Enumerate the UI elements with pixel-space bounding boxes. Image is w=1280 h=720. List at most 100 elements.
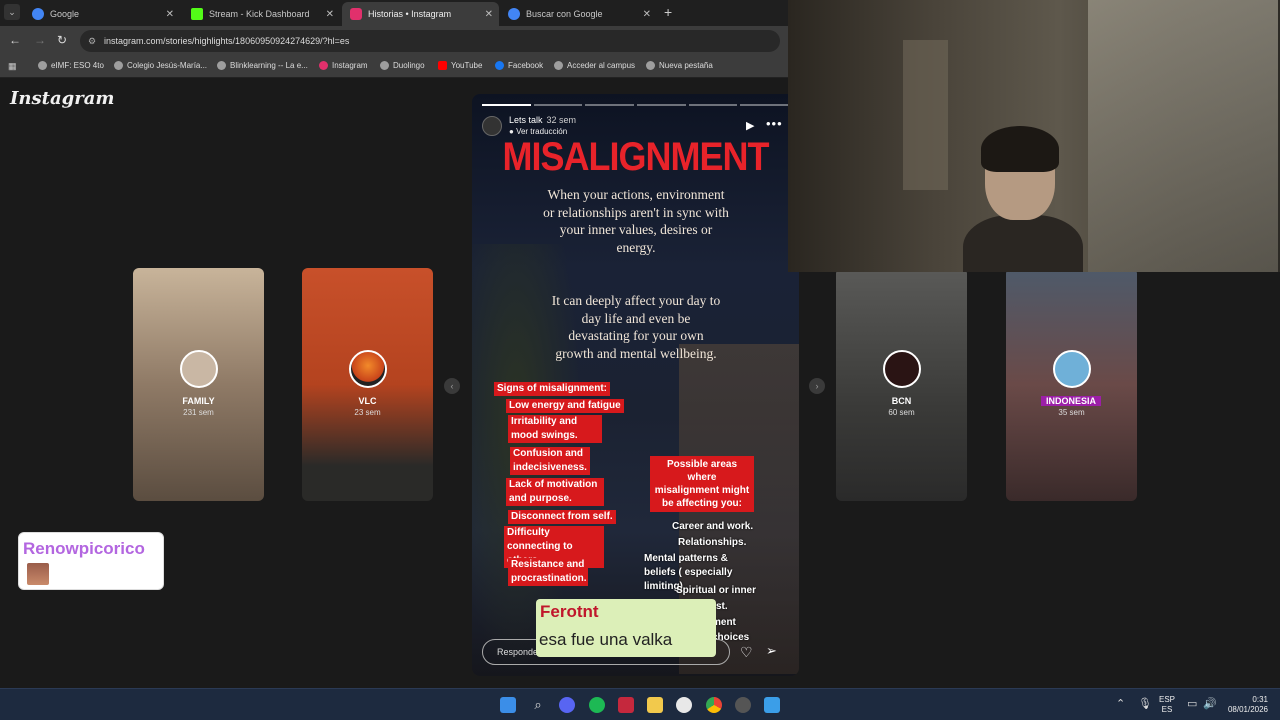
sign-item: Low energy and fatigue <box>506 399 624 413</box>
sign-item: Lack of motivation and purpose. <box>506 478 604 506</box>
emote-icon <box>27 563 49 585</box>
progress-segment <box>688 104 738 106</box>
highlight-indonesia[interactable]: INDONESIA 35 sem <box>1006 268 1137 501</box>
progress-segment <box>740 104 790 106</box>
bookmark-item[interactable]: Duolingo <box>380 61 425 70</box>
close-icon[interactable]: ✕ <box>485 9 493 20</box>
tab-google[interactable]: Google ✕ <box>24 2 180 26</box>
spotify-icon[interactable] <box>589 697 605 713</box>
highlight-time: 23 sem <box>354 408 381 417</box>
store-icon[interactable] <box>764 697 780 713</box>
discord-icon[interactable] <box>559 697 575 713</box>
app-icon[interactable] <box>618 697 634 713</box>
apps-grid-icon[interactable]: ▦ <box>8 61 18 71</box>
folder-icon[interactable] <box>647 697 663 713</box>
search-icon[interactable]: ⌕ <box>530 697 546 713</box>
sign-item: Irritability and mood swings. <box>508 415 602 443</box>
bookmark-label: YouTube <box>451 61 483 70</box>
instagram-logo[interactable]: Instagram <box>10 88 114 109</box>
globe-icon <box>554 61 563 70</box>
send-icon[interactable]: ➢ <box>766 643 777 659</box>
progress-segment <box>637 104 686 106</box>
bookmark-label: Facebook <box>508 61 544 70</box>
tab-label: Buscar con Google <box>526 9 603 19</box>
streamer-hair <box>981 126 1059 172</box>
next-story-chevron-icon[interactable]: › <box>809 378 825 394</box>
highlight-time: 231 sem <box>183 408 214 417</box>
sign-item: Resistance and procrastination. <box>508 558 588 586</box>
previous-story-chevron-icon[interactable]: ‹ <box>444 378 460 394</box>
progress-segment <box>533 104 583 106</box>
chevron-up-icon[interactable]: ⌃ <box>1116 697 1125 710</box>
reload-icon[interactable]: ↻ <box>57 33 67 47</box>
back-arrow-icon[interactable]: ← <box>9 33 21 47</box>
bookmark-item[interactable]: eIMF: ESO 4to <box>38 61 104 70</box>
microphone-icon[interactable]: 🎙 <box>1138 697 1152 710</box>
language-indicator[interactable]: ESP ES <box>1159 695 1175 715</box>
chrome-icon[interactable] <box>706 697 722 713</box>
story-paragraph-1: When your actions, environment or relati… <box>543 187 729 255</box>
obs-icon[interactable] <box>676 697 692 713</box>
facebook-icon <box>495 61 504 70</box>
bookmark-item[interactable]: Facebook <box>495 61 543 70</box>
bookmark-label: Nueva pestaña <box>659 61 713 70</box>
highlight-name: BCN <box>891 396 912 406</box>
highlight-name: FAMILY <box>182 396 215 406</box>
bookmark-label: Duolingo <box>393 61 425 70</box>
more-options-icon[interactable]: ••• <box>766 116 783 131</box>
area-item: Career and work. <box>672 521 754 532</box>
highlight-family[interactable]: FAMILY 231 sem <box>133 268 264 501</box>
monitor-icon[interactable]: ▭ <box>1187 697 1197 710</box>
bookmark-item[interactable]: YouTube <box>438 61 482 70</box>
app-icon[interactable] <box>735 697 751 713</box>
tab-kick[interactable]: Stream - Kick Dashboard ✕ <box>183 2 340 26</box>
highlight-name: VLC <box>358 396 377 406</box>
close-icon[interactable]: ✕ <box>326 9 334 20</box>
tab-search-chevron-icon[interactable]: ⌄ <box>4 4 20 20</box>
chat-username: Ferotnt <box>540 602 599 621</box>
globe-icon <box>217 61 226 70</box>
tab-instagram[interactable]: Historias • Instagram ✕ <box>342 2 499 26</box>
areas-title: Possible areas where misalignment might … <box>650 456 754 512</box>
browser-tab-bar: ⌄ Google ✕ Stream - Kick Dashboard ✕ His… <box>0 0 790 26</box>
progress-segment <box>585 104 635 106</box>
story-author[interactable]: Lets talk 32 sem <box>509 115 576 125</box>
tab-buscar[interactable]: Buscar con Google ✕ <box>500 2 657 26</box>
globe-icon <box>38 61 47 70</box>
highlight-vlc[interactable]: VLC 23 sem <box>302 268 433 501</box>
avatar <box>882 350 921 388</box>
chat-message-1: Renowpicorico <box>18 532 164 590</box>
webcam-background-doorframe <box>903 40 948 190</box>
youtube-icon <box>438 61 447 70</box>
clock[interactable]: 0:31 08/01/2026 <box>1222 695 1268 715</box>
bookmark-item[interactable]: Blinklearning -- La e... <box>217 61 308 70</box>
bookmark-label: Colegio Jesús-María... <box>127 61 208 70</box>
close-icon[interactable]: ✕ <box>166 9 174 20</box>
play-icon[interactable]: ▶ <box>746 119 754 132</box>
bookmark-item[interactable]: Instagram <box>319 61 368 70</box>
bookmark-item[interactable]: Nueva pestaña <box>646 61 713 70</box>
site-info-icon[interactable]: ⚙ <box>88 30 96 52</box>
start-icon[interactable] <box>500 697 516 713</box>
story-username: Lets talk <box>509 115 543 125</box>
bookmark-item[interactable]: Acceder al campus <box>554 61 635 70</box>
volume-icon[interactable]: 🔊 <box>1203 697 1217 710</box>
bookmark-label: Blinklearning -- La e... <box>230 61 308 70</box>
tab-label: Stream - Kick Dashboard <box>209 9 310 19</box>
address-bar[interactable]: ⚙ instagram.com/stories/highlights/18060… <box>80 30 780 52</box>
streamer-body <box>963 215 1083 272</box>
new-tab-button[interactable]: + <box>664 4 672 20</box>
story-progress-bar <box>482 104 790 106</box>
language-code: ESP <box>1159 695 1176 704</box>
highlight-time: 35 sem <box>1058 408 1085 417</box>
story-viewer[interactable]: Lets talk 32 sem ● Ver traducción ▶ ••• M… <box>472 94 799 676</box>
sign-item: Disconnect from self. <box>508 510 616 524</box>
highlight-bcn[interactable]: BCN 60 sem <box>836 268 967 501</box>
bookmark-item[interactable]: Colegio Jesús-María... <box>114 61 207 70</box>
avatar <box>179 350 218 388</box>
streamer <box>963 120 1083 272</box>
heart-icon[interactable]: ♡ <box>740 644 753 661</box>
windows-taskbar: ⌕ ⌃ 🎙 ESP ES ▭ 🔊 0:31 08/01/2026 <box>0 688 1280 720</box>
close-icon[interactable]: ✕ <box>643 9 651 20</box>
forward-arrow-icon[interactable]: → <box>34 33 46 47</box>
